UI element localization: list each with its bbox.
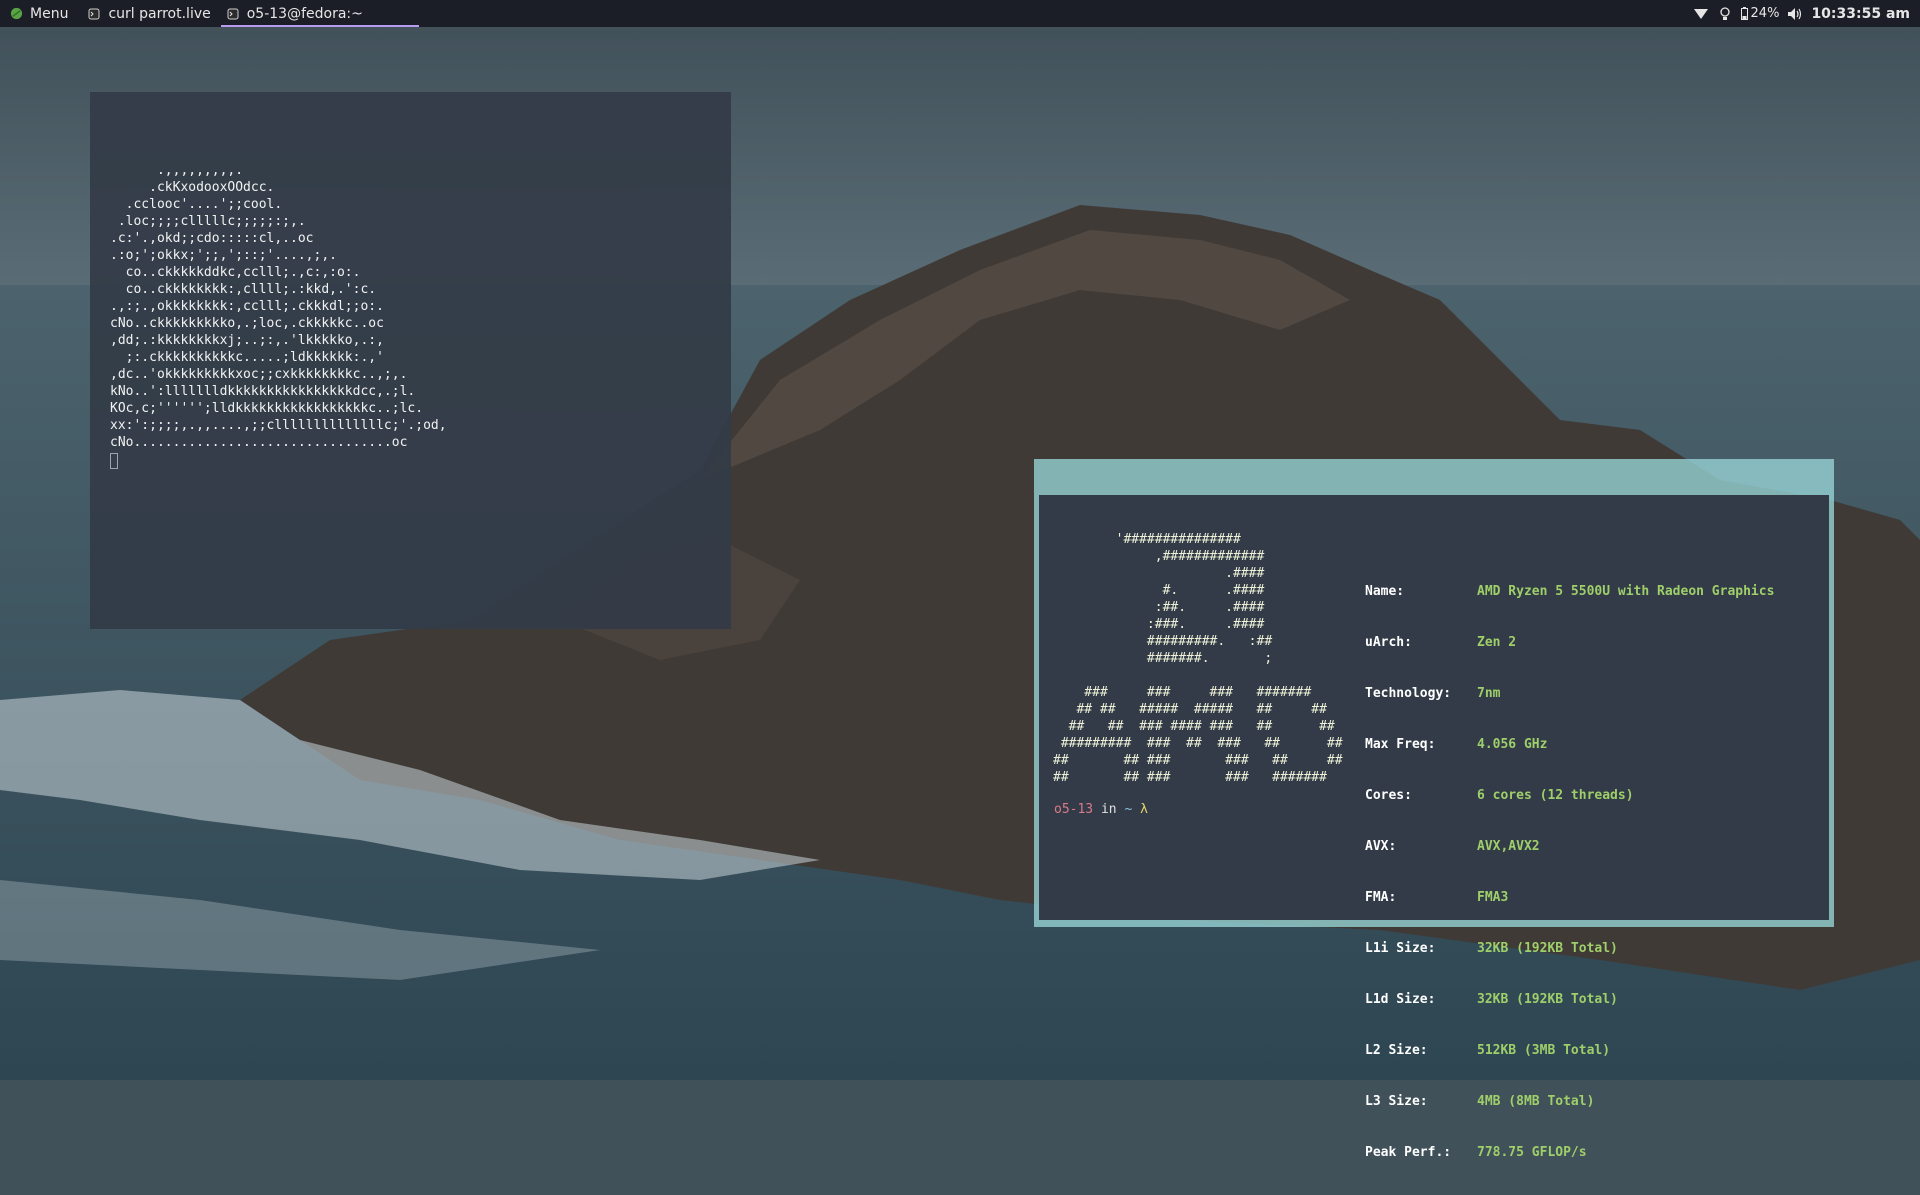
info-value: 32KB (192KB Total) bbox=[1477, 992, 1618, 1007]
info-key: uArch: bbox=[1365, 635, 1412, 650]
terminal-icon bbox=[88, 8, 100, 19]
prompt-user: o5-13 bbox=[1054, 802, 1094, 817]
shell-prompt[interactable]: o5-13 in ~ λ bbox=[1054, 801, 1148, 818]
bulb-icon[interactable] bbox=[1717, 6, 1733, 22]
info-row: Peak Perf.: 778.75 GFLOP/s bbox=[1365, 1144, 1774, 1161]
info-value: 4MB (8MB Total) bbox=[1477, 1094, 1595, 1109]
info-row: AVX: AVX,AVX2 bbox=[1365, 838, 1774, 855]
info-value: 7nm bbox=[1477, 686, 1501, 701]
info-row: Cores: 6 cores (12 threads) bbox=[1365, 787, 1774, 804]
info-row: Name: AMD Ryzen 5 5500U with Radeon Graph… bbox=[1365, 583, 1774, 600]
info-row: L1d Size: 32KB (192KB Total) bbox=[1365, 991, 1774, 1008]
info-row: L1i Size: 32KB (192KB Total) bbox=[1365, 940, 1774, 957]
info-value: AVX,AVX2 bbox=[1477, 839, 1540, 854]
info-row: L2 Size: 512KB (3MB Total) bbox=[1365, 1042, 1774, 1059]
info-row: uArch: Zen 2 bbox=[1365, 634, 1774, 651]
info-row: Technology: 7nm bbox=[1365, 685, 1774, 702]
wifi-icon[interactable] bbox=[1693, 6, 1709, 22]
taskbar-item-parrot[interactable]: curl parrot.live bbox=[78, 0, 220, 27]
amd-ascii-logo: '############### ,############# .#### #.… bbox=[1053, 532, 1343, 785]
taskbar-item-label: o5-13@fedora:~ bbox=[246, 5, 363, 22]
info-value: 778.75 GFLOP/s bbox=[1477, 1145, 1587, 1160]
info-key: Max Freq: bbox=[1365, 737, 1436, 752]
info-value: 512KB (3MB Total) bbox=[1477, 1043, 1611, 1058]
info-value: Zen 2 bbox=[1477, 635, 1517, 650]
battery-status[interactable]: 24% bbox=[1740, 6, 1780, 21]
info-key: Name: bbox=[1365, 584, 1405, 599]
info-key: L1d Size: bbox=[1365, 992, 1436, 1007]
system-tray: 24% 10:33:55 am bbox=[1693, 6, 1920, 22]
info-key: L1i Size: bbox=[1365, 941, 1436, 956]
info-key: Technology: bbox=[1365, 686, 1452, 701]
info-value: 32KB (192KB Total) bbox=[1477, 941, 1618, 956]
clock[interactable]: 10:33:55 am bbox=[1811, 6, 1910, 22]
info-value: 4.056 GHz bbox=[1477, 737, 1548, 752]
info-key: Cores: bbox=[1365, 788, 1412, 803]
menu-button[interactable]: Menu bbox=[0, 0, 78, 27]
battery-percent: 24% bbox=[1750, 6, 1780, 21]
terminal-cursor bbox=[110, 453, 118, 469]
info-row: Max Freq: 4.056 GHz bbox=[1365, 736, 1774, 753]
taskbar-item-terminal[interactable]: o5-13@fedora:~ bbox=[220, 0, 419, 27]
info-key: FMA: bbox=[1365, 890, 1397, 905]
terminal-icon bbox=[227, 8, 239, 19]
taskbar-item-label: curl parrot.live bbox=[108, 5, 211, 22]
info-value: FMA3 bbox=[1477, 890, 1509, 905]
info-key: AVX: bbox=[1365, 839, 1397, 854]
parrot-ascii-art: .,,,,,,,,,. .ckKxodooxOOdcc. .cclooc'...… bbox=[110, 163, 447, 450]
info-key: L2 Size: bbox=[1365, 1043, 1428, 1058]
info-value: 6 cores (12 threads) bbox=[1477, 788, 1634, 803]
prompt-in: in bbox=[1093, 802, 1125, 817]
top-panel: Menu curl parrot.live o5-13@fedora:~ 24%… bbox=[0, 0, 1920, 27]
info-value: AMD Ryzen 5 5500U with Radeon Graphics bbox=[1477, 584, 1775, 599]
info-row: L3 Size: 4MB (8MB Total) bbox=[1365, 1093, 1774, 1110]
terminal-window-parrot[interactable]: .,,,,,,,,,. .ckKxodooxOOdcc. .cclooc'...… bbox=[90, 92, 731, 629]
terminal-window-cpufetch[interactable]: '############### ,############# .#### #.… bbox=[1039, 495, 1829, 1160]
menu-label: Menu bbox=[30, 5, 69, 22]
info-key: Peak Perf.: bbox=[1365, 1145, 1452, 1160]
info-row: FMA: FMA3 bbox=[1365, 889, 1774, 906]
volume-icon[interactable] bbox=[1787, 6, 1803, 22]
menu-icon bbox=[10, 7, 23, 20]
info-key: L3 Size: bbox=[1365, 1094, 1428, 1109]
cpu-info-table: Name: AMD Ryzen 5 5500U with Radeon Graph… bbox=[1365, 549, 1774, 1195]
battery-icon bbox=[1740, 7, 1748, 20]
prompt-symbol: λ bbox=[1132, 802, 1148, 817]
